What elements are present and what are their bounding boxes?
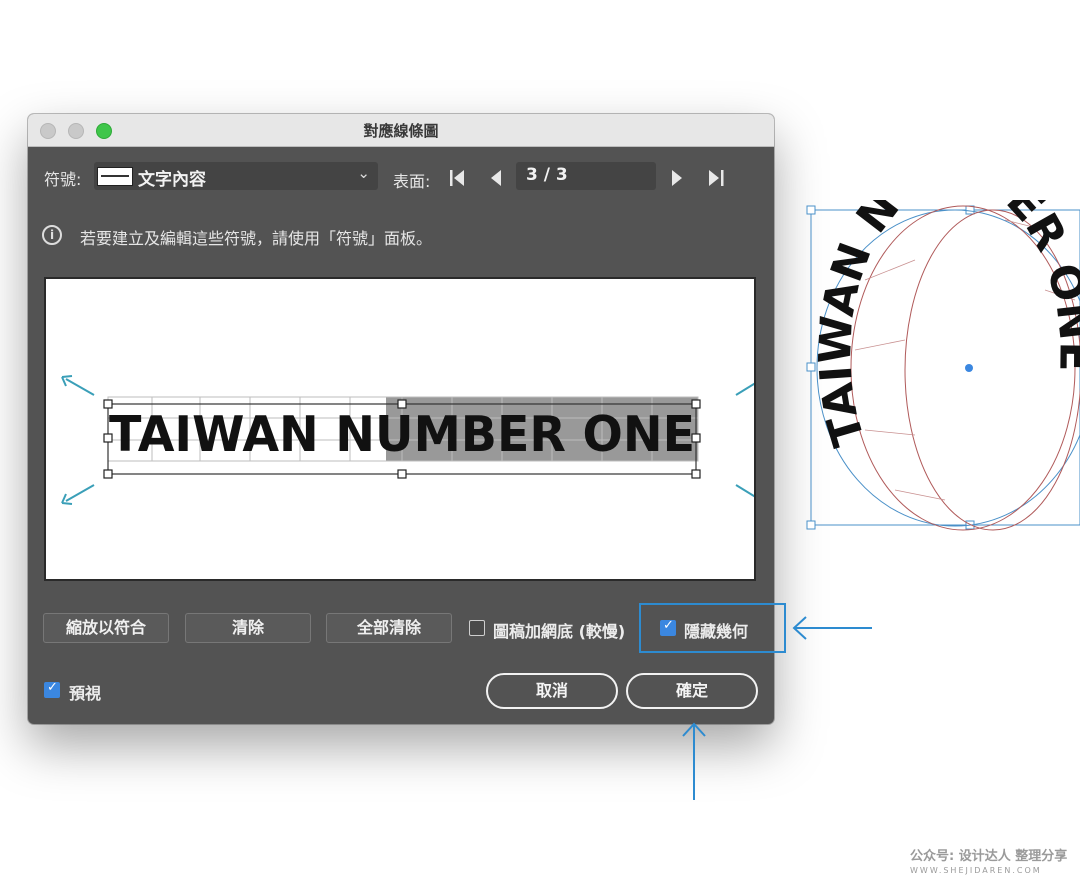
symbol-dropdown[interactable]: 文字內容 ⌄ (94, 162, 378, 190)
symbol-label: 符號: (44, 170, 82, 189)
ok-button[interactable]: 確定 (626, 673, 758, 709)
surface-page-field[interactable]: 3 / 3 (516, 162, 656, 190)
shade-artwork-checkbox[interactable] (469, 620, 485, 636)
first-surface-button[interactable] (448, 169, 466, 191)
surface-page-value: 3 / 3 (526, 165, 568, 185)
scale-to-fit-button[interactable]: 縮放以符合 (43, 613, 169, 643)
watermark-line1: 公众号: 设计达人 整理分享 (910, 849, 1068, 864)
dialog-title: 對應線條圖 (363, 122, 439, 140)
clear-all-button[interactable]: 全部清除 (326, 613, 452, 643)
next-icon (672, 170, 682, 186)
surface-label: 表面: (393, 172, 431, 191)
chevron-down-icon: ⌄ (357, 164, 370, 182)
info-message: 若要建立及編輯這些符號，請使用「符號」面板。 (80, 229, 433, 248)
hide-geometry-label: 隱藏幾何 (684, 622, 749, 641)
title-bar[interactable]: 對應線條圖 (28, 114, 774, 147)
watermark: 公众号: 设计达人 整理分享 WWW.SHEJIDAREN.COM (910, 845, 1067, 875)
preview-art: TAIWAN NUMBER ONE (61, 375, 754, 505)
annotation-arrow-up-icon (682, 722, 706, 800)
previous-icon (491, 170, 501, 186)
annotation-arrow-left-icon (792, 616, 872, 640)
preview-checkbox[interactable] (44, 680, 60, 698)
ring-text: TAIWAN NUMBER ONE (810, 200, 1080, 452)
previous-surface-button[interactable] (489, 169, 503, 191)
clear-button[interactable]: 清除 (185, 613, 311, 643)
last-surface-button[interactable] (708, 169, 726, 191)
last-page-icon (709, 170, 724, 186)
symbol-dropdown-value: 文字內容 (138, 170, 206, 190)
symbol-swatch-icon (97, 167, 133, 186)
first-page-icon (450, 170, 464, 186)
preview-label: 預視 (69, 684, 102, 703)
next-surface-button[interactable] (670, 169, 684, 191)
cancel-button[interactable]: 取消 (486, 673, 618, 709)
info-icon: i (42, 225, 62, 245)
watermark-line2: WWW.SHEJIDAREN.COM (910, 866, 1042, 875)
shade-artwork-label: 圖稿加網底 (較慢) (493, 622, 626, 641)
hide-geometry-checkbox[interactable] (660, 618, 676, 636)
preview-sample-text: TAIWAN NUMBER ONE (109, 406, 695, 463)
surface-preview-canvas[interactable]: TAIWAN NUMBER ONE (44, 277, 756, 581)
artboard-3d-ring[interactable]: TAIWAN NUMBER ONE (805, 200, 1080, 540)
